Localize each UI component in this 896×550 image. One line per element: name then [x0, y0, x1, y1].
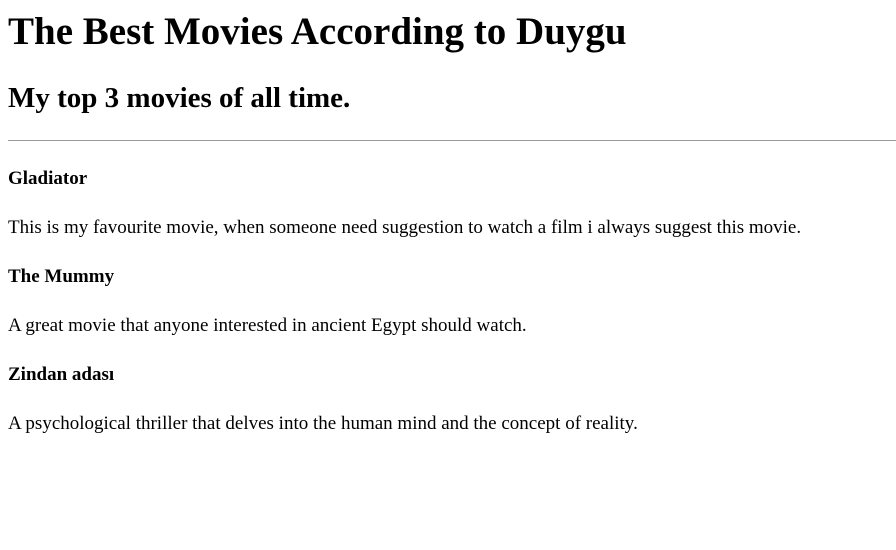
movie-description: This is my favourite movie, when someone…	[8, 217, 802, 238]
movie-title: Zindan adası	[8, 364, 115, 385]
movie-title: The Mummy	[8, 266, 115, 287]
page-subtitle: My top 3 movies of all time.	[8, 82, 351, 114]
page-title: The Best Movies According to Duygu	[8, 10, 627, 53]
movie-description: A psychological thriller that delves int…	[8, 413, 638, 434]
movie-title: Gladiator	[8, 168, 88, 189]
movie-description: A great movie that anyone interested in …	[8, 315, 527, 336]
movie-list: Gladiator This is my favourite movie, wh…	[8, 168, 888, 435]
movie-entry-zindan-adasi: Zindan adası A psychological thriller th…	[8, 364, 888, 435]
divider	[8, 140, 896, 141]
movie-entry-gladiator: Gladiator This is my favourite movie, wh…	[8, 168, 888, 239]
movie-entry-the-mummy: The Mummy A great movie that anyone inte…	[8, 266, 888, 337]
